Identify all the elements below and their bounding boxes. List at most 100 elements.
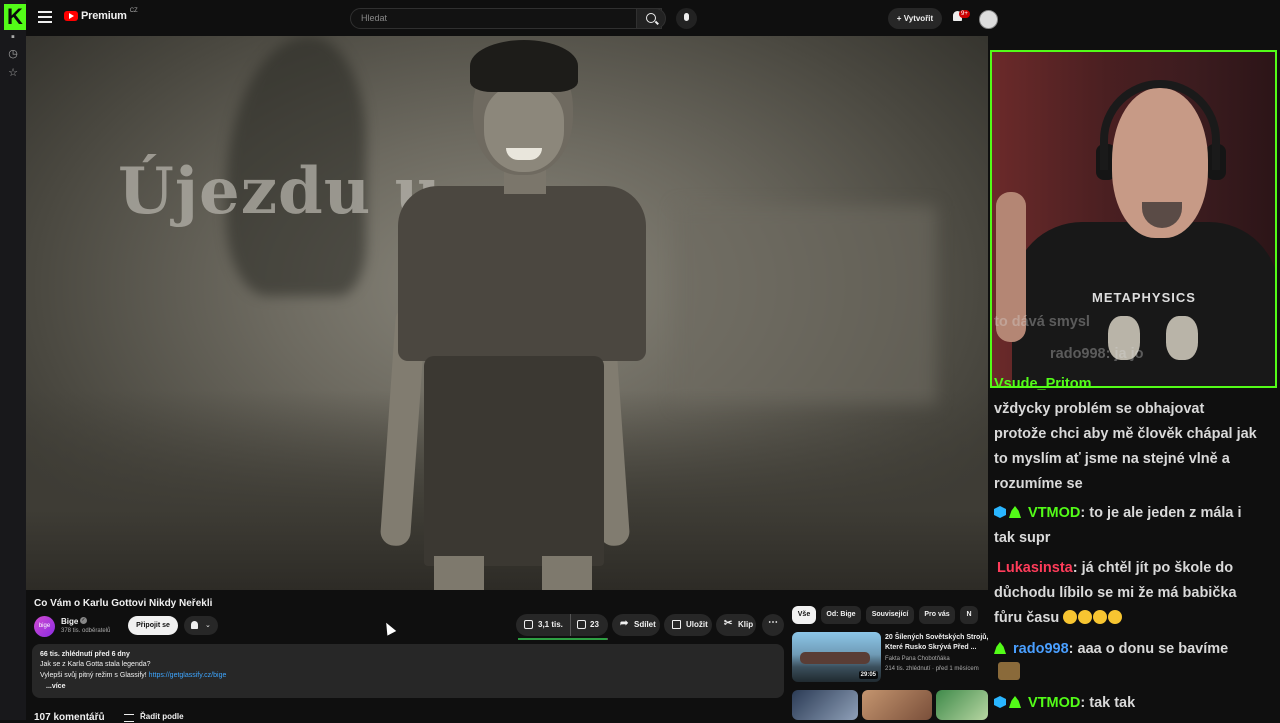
chat-username[interactable]: rado998 [1013,641,1069,657]
channel-subscribers: 378 tis. odběratelů [61,628,111,634]
chat-message: Lukasinsta: já chtěl jít po škole do [997,556,1279,581]
sort-icon[interactable] [124,714,134,722]
search-icon [646,13,656,23]
chat-message: rado998: ja jo [1050,342,1280,367]
dislike-count: 23 [590,620,599,629]
moderator-badge-icon [1009,696,1021,708]
recommendation-thumbnail[interactable] [792,690,858,720]
create-button[interactable]: + Vytvořit [888,8,942,29]
chat-username[interactable]: rado998 [1050,346,1106,362]
yt-header: Premium CZ Hledat + Vytvořit 9+ [26,0,1012,36]
description-line: Jak se z Karla Gotta stala legenda? [40,661,151,668]
chat-message: VTMOD: tak tak [994,691,1276,716]
search-input[interactable]: Hledat [350,8,662,29]
chat-text: důchodu líbilo se mi že má babička [994,585,1237,601]
chat-username[interactable]: VTMOD [1028,695,1080,711]
chip-from-channel[interactable]: Od: Bige [821,606,861,624]
app-sidebar-rail: K ▪ ◷ ☆ [0,0,26,720]
create-label: Vytvořit [903,14,934,23]
chat-text: to myslím ať jsme na stejné vlně a [994,451,1230,467]
history-icon[interactable]: ◷ [6,47,20,61]
video-overlay-text: Újezdu u [118,154,443,229]
share-label: Sdílet [634,620,656,629]
recommendation-meta: 214 tis. zhlédnutí · před 1 měsícem [885,666,979,672]
recommendation-title[interactable]: 20 Šílených Sovětských Strojů, Které Rus… [885,633,989,653]
chat-text: to dává smysl [994,314,1090,330]
chip-all[interactable]: Vše [792,606,816,624]
description-box[interactable]: 66 tis. zhlédnutí před 6 dny Jak se z Ka… [32,644,784,698]
dislike-button[interactable]: 23 [570,614,608,636]
kick-logo-icon[interactable]: K [4,4,26,30]
description-line: Vylepši svůj pitný režim s Glassify! htt… [40,672,226,679]
star-icon[interactable]: ☆ [6,66,20,80]
chat-message: fůru času [994,606,1276,631]
save-button[interactable]: Uložit [664,614,712,636]
chat-panel: to dává smysl rado998: ja jo Vsude_Prito… [990,310,1280,720]
thumbnail-submarine [800,652,870,664]
thumbs-up-icon [524,620,533,629]
chat-message: to dává smysl [994,310,1276,335]
chat-text: : já chtěl jít po škole do [1072,560,1234,576]
chat-username[interactable]: VTMOD [1028,505,1080,521]
search-button[interactable] [636,8,666,29]
like-dislike-group: 3,1 tis. 23 [516,614,608,636]
laughing-emoji-icon [1108,610,1123,624]
chat-text: : tak tak [1080,695,1136,711]
share-button[interactable]: ➦ Sdílet [612,614,660,636]
scissors-icon: ✂ [724,618,733,629]
chat-text: tak supr [994,530,1051,546]
chat-username[interactable]: Vsude_Pritom [994,376,1092,392]
youtube-play-icon [64,11,78,21]
recommendation-thumbnail[interactable]: 29:05 [792,632,881,682]
search-placeholder: Hledat [361,13,388,23]
chip-related[interactable]: Související [866,606,914,624]
description-link[interactable]: https://getglassify.cz/bige [149,672,227,679]
account-avatar[interactable] [979,10,998,29]
chat-text: : to je ale jeden z mála i [1080,505,1242,521]
like-ratio-bar [518,638,608,640]
show-more-link[interactable]: ...více [46,683,65,690]
clip-label: Klip [738,620,754,629]
chat-message: rado998: aaa o donu se bavíme [994,637,1276,662]
video-duration: 29:05 [858,671,878,679]
recommendation-thumbnail[interactable] [862,690,932,720]
recommendation-channel: Fakta Pana Chobotňáka [885,656,950,662]
youtube-logo[interactable]: Premium CZ [64,8,138,22]
logo-text: Premium [81,10,127,22]
channel-name[interactable]: Bige [61,617,78,626]
chat-text: rozumíme se [994,476,1083,492]
logo-region: CZ [129,8,138,14]
join-button[interactable]: Připojit se [128,616,178,635]
chip-more[interactable]: N [960,606,978,624]
menu-icon[interactable] [38,11,52,23]
moderator-badge-icon [994,642,1006,654]
description-promo: Vylepši svůj pitný režim s Glassify! [40,672,147,679]
like-count: 3,1 tis. [538,620,563,629]
laughing-emoji-icon [1063,610,1078,624]
home-icon[interactable]: ▪ [6,30,20,44]
chat-text: protože chci aby mě člověk chápal jak [994,426,1257,442]
video-title: Co Vám o Karlu Gottovi Nikdy Neřekli [34,598,213,609]
like-button[interactable]: 3,1 tis. [516,614,568,636]
clip-button[interactable]: ✂ Klip [716,614,756,636]
bookmark-icon [672,620,681,629]
microphone-icon[interactable] [676,8,697,29]
chat-text: fůru času [994,610,1060,626]
chat-message: VTMOD: to je ale jeden z mála i [994,501,1276,526]
chat-text: : ja jo [1105,346,1144,362]
chip-for-you[interactable]: Pro vás [919,606,955,624]
verified-icon: ✓ [80,617,87,624]
recommendation-thumbnail[interactable] [936,690,988,720]
channel-avatar[interactable]: bige [34,616,55,637]
notifications-badge: 9+ [959,10,970,18]
more-actions-button[interactable]: ⋯ [762,614,784,636]
bell-icon [191,621,198,629]
shirt-print-text: METAPHYSICS [1092,290,1196,305]
video-player[interactable]: Újezdu u [26,36,988,590]
comments-count: 107 komentářů [34,712,105,723]
chevron-down-icon: ⌄ [205,622,211,629]
chat-username[interactable]: Lukasinsta [997,560,1073,576]
mouse-cursor-icon [381,620,397,636]
notifications-toggle[interactable]: ⌄ [184,616,218,635]
video-bg-house [676,206,936,406]
